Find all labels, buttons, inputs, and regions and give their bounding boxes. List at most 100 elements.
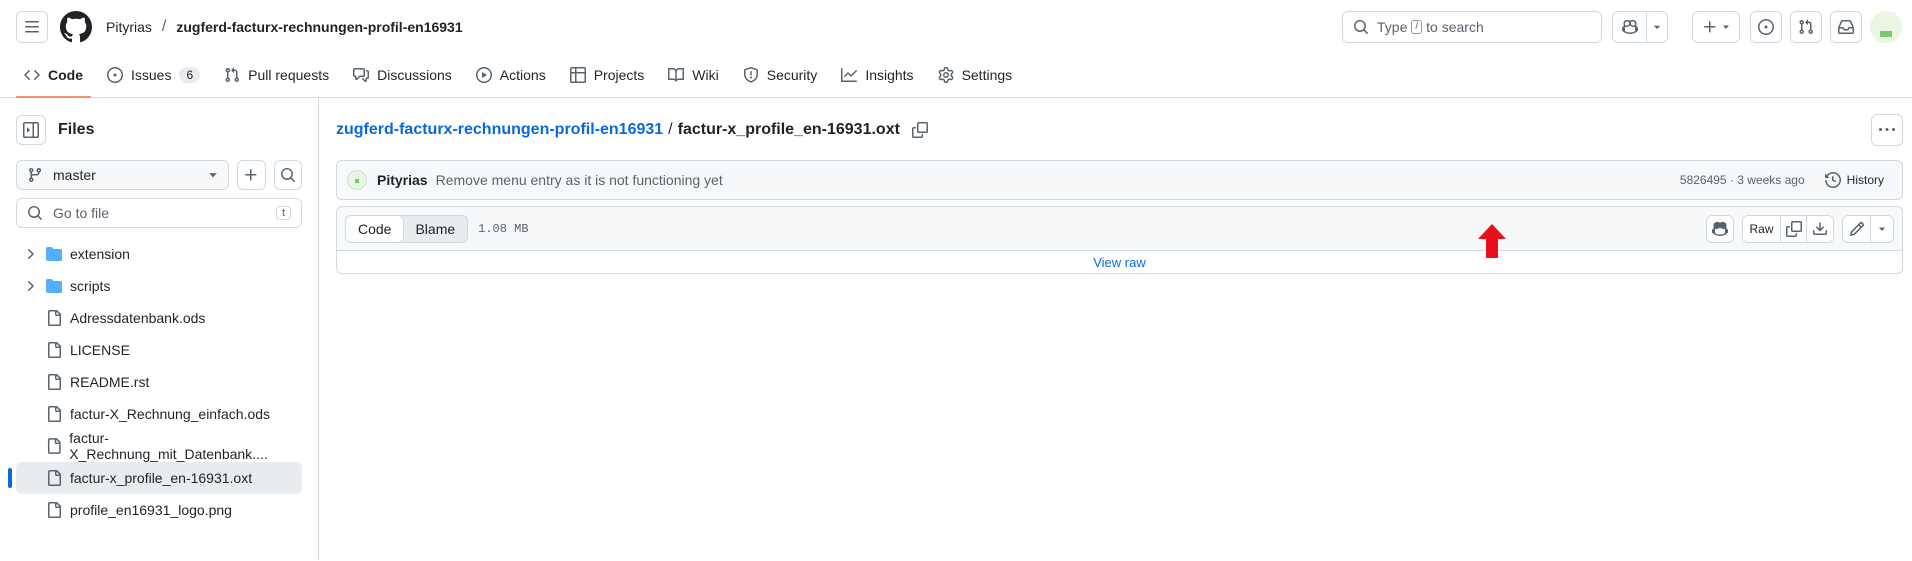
- file-view: zugferd-facturx-rechnungen-profil-en1693…: [319, 98, 1912, 560]
- github-logo-icon[interactable]: [60, 11, 92, 43]
- tree-item-label: factur-x_profile_en-16931.oxt: [70, 470, 253, 486]
- file-content-box: Code Blame 1.08 MB Raw View raw: [336, 206, 1903, 274]
- copilot-ask-button[interactable]: [1706, 214, 1734, 243]
- tree-item-file[interactable]: factur-X_Rechnung_mit_Datenbank....: [16, 430, 302, 462]
- raw-actions-group: Raw: [1742, 214, 1834, 243]
- tab-settings[interactable]: Settings: [930, 53, 1021, 97]
- branch-name: master: [53, 167, 96, 183]
- tab-projects[interactable]: Projects: [562, 53, 653, 97]
- tree-item-file[interactable]: Adressdatenbank.ods: [16, 302, 302, 334]
- add-file-button[interactable]: [237, 160, 266, 190]
- breadcrumb-repo-link[interactable]: zugferd-facturx-rechnungen-profil-en1693…: [336, 121, 663, 139]
- tab-issues-label: Issues: [131, 67, 172, 83]
- tree-item-file-selected[interactable]: factur-x_profile_en-16931.oxt: [8, 462, 302, 494]
- copy-path-icon[interactable]: [911, 122, 928, 138]
- search-icon: [280, 168, 295, 183]
- inbox-button[interactable]: [1830, 11, 1862, 43]
- branch-selector[interactable]: master: [16, 160, 230, 190]
- edit-dropdown-button[interactable]: [1871, 216, 1893, 242]
- tab-discussions-label: Discussions: [377, 67, 452, 83]
- tree-item-folder[interactable]: scripts: [16, 270, 302, 302]
- more-options-button[interactable]: [1871, 114, 1903, 146]
- graph-icon: [841, 68, 858, 82]
- repo-navigation: Code Issues 6 Pull requests Discussions …: [0, 54, 1912, 98]
- download-icon: [1813, 221, 1827, 235]
- file-tree: extension scripts Adressdatenbank.ods LI…: [8, 238, 302, 526]
- file-tree-sidebar: Files master Go to file t extension scri…: [0, 98, 319, 560]
- git-branch-icon: [28, 168, 41, 183]
- tree-item-file[interactable]: factur-X_Rechnung_einfach.ods: [16, 398, 302, 430]
- inbox-icon: [1838, 20, 1854, 34]
- file-icon: [48, 310, 61, 326]
- tree-item-file[interactable]: README.rst: [16, 366, 302, 398]
- history-button[interactable]: History: [1817, 168, 1892, 192]
- commit-meta[interactable]: 5826495 · 3 weeks ago: [1680, 173, 1805, 187]
- triangle-down-icon: [1654, 25, 1660, 29]
- commit-author[interactable]: Pityrias: [377, 172, 428, 188]
- tab-wiki[interactable]: Wiki: [660, 53, 726, 97]
- code-view-button[interactable]: Code: [345, 214, 405, 243]
- git-pull-request-icon: [225, 67, 240, 83]
- global-header: Pityrias / zugferd-facturx-rechnungen-pr…: [0, 0, 1912, 54]
- edit-file-button[interactable]: [1843, 215, 1871, 242]
- raw-button[interactable]: Raw: [1743, 215, 1781, 242]
- tree-item-label: README.rst: [70, 374, 150, 390]
- tab-security[interactable]: Security: [735, 53, 826, 97]
- issues-button[interactable]: [1750, 11, 1782, 43]
- blame-view-button[interactable]: Blame: [403, 216, 467, 242]
- view-raw-link[interactable]: View raw: [337, 251, 1902, 273]
- copy-icon: [1785, 220, 1802, 237]
- copy-raw-button[interactable]: [1781, 215, 1807, 242]
- search-icon: [28, 206, 43, 221]
- tab-code[interactable]: Code: [16, 53, 91, 98]
- download-raw-button[interactable]: [1807, 216, 1833, 242]
- tab-projects-label: Projects: [593, 67, 645, 83]
- go-to-file-placeholder: Go to file: [53, 205, 110, 221]
- comment-discussion-icon: [353, 68, 370, 82]
- copilot-button[interactable]: [1613, 12, 1647, 42]
- header-separator: /: [161, 18, 167, 35]
- commit-author-avatar[interactable]: [347, 170, 367, 190]
- tab-issues[interactable]: Issues 6: [99, 53, 208, 97]
- tab-actions-label: Actions: [499, 67, 546, 83]
- tree-item-file[interactable]: LICENSE: [16, 334, 302, 366]
- tree-item-label: scripts: [70, 278, 111, 294]
- tree-item-label: factur-X_Rechnung_einfach.ods: [70, 406, 271, 422]
- breadcrumb-file-name: factur-x_profile_en-16931.oxt: [677, 121, 900, 138]
- tree-item-folder[interactable]: extension: [16, 238, 302, 270]
- file-icon: [48, 342, 61, 358]
- history-icon: [1824, 172, 1841, 188]
- tab-pull-requests[interactable]: Pull requests: [216, 53, 337, 97]
- tab-pull-requests-label: Pull requests: [248, 67, 330, 83]
- search-code-button[interactable]: [273, 160, 302, 190]
- search-input[interactable]: Type / to search: [1342, 11, 1602, 43]
- tab-insights[interactable]: Insights: [833, 53, 921, 97]
- commit-message[interactable]: Remove menu entry as it is not functioni…: [436, 172, 723, 188]
- issue-opened-icon: [1758, 19, 1774, 35]
- pull-requests-button[interactable]: [1790, 11, 1822, 43]
- table-icon: [569, 67, 586, 83]
- tab-discussions[interactable]: Discussions: [345, 53, 460, 97]
- issues-count-badge: 6: [179, 67, 201, 83]
- chevron-right-icon[interactable]: [22, 278, 38, 294]
- triangle-down-icon: [209, 173, 217, 178]
- tree-item-label: factur-X_Rechnung_mit_Datenbank....: [69, 430, 268, 462]
- user-avatar[interactable]: [1870, 11, 1902, 43]
- file-icon: [48, 374, 61, 390]
- copilot-dropdown-button[interactable]: [1647, 12, 1667, 42]
- annotation-arrow-up-icon: [1478, 224, 1506, 258]
- copilot-button-group: [1612, 11, 1668, 43]
- tab-actions[interactable]: Actions: [468, 53, 554, 97]
- tree-item-label: LICENSE: [70, 342, 130, 358]
- create-new-button[interactable]: [1692, 11, 1740, 43]
- folder-icon: [46, 247, 62, 261]
- shield-icon: [743, 67, 758, 83]
- history-label: History: [1846, 173, 1884, 187]
- header-repo-link[interactable]: zugferd-facturx-rechnungen-profil-en1693…: [176, 19, 462, 35]
- header-owner-link[interactable]: Pityrias: [106, 19, 152, 35]
- hamburger-menu-button[interactable]: [16, 11, 48, 43]
- tree-item-file[interactable]: profile_en16931_logo.png: [16, 494, 302, 526]
- collapse-sidebar-button[interactable]: [16, 115, 46, 145]
- chevron-right-icon[interactable]: [22, 246, 38, 262]
- go-to-file-input[interactable]: Go to file t: [16, 198, 302, 228]
